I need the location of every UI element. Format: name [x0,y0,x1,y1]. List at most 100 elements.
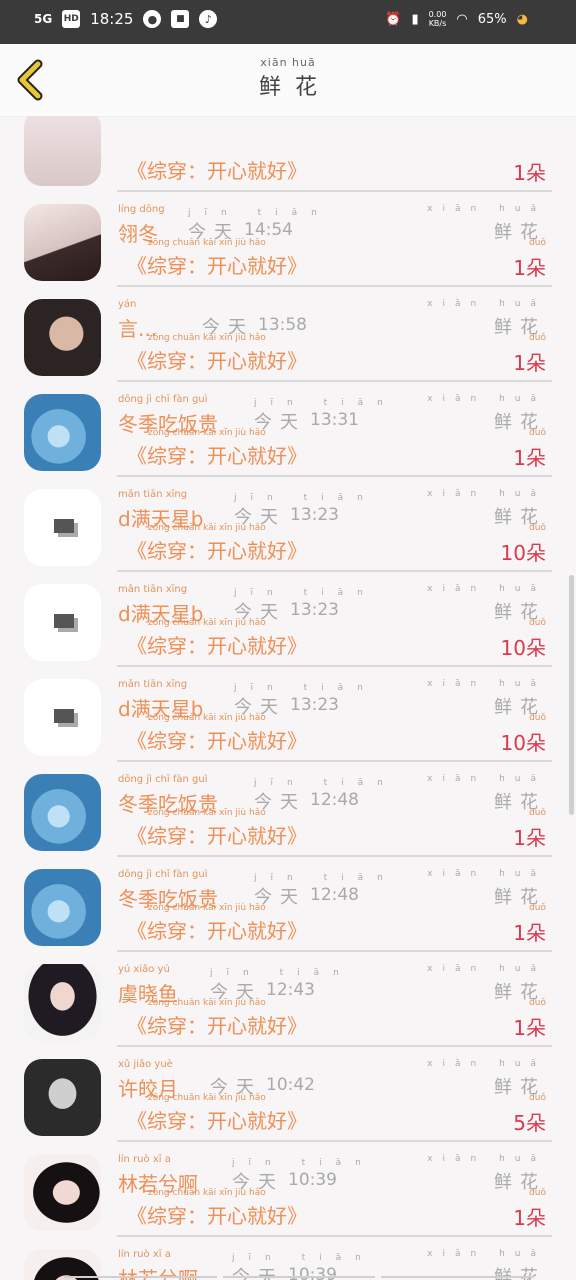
page-title: 鲜花 [258,75,331,100]
flower-pinyin: xiān huā [427,299,546,309]
flower-count: 1朵 [513,256,546,280]
flower-pinyin: xiān huā [427,869,546,879]
timestamp: 13:31 [310,410,359,430]
count-pinyin: duǒ [529,903,546,913]
date-pinyin: jīn tiān [234,588,377,598]
list-item[interactable]: mǎn tiān xīng d满天星b jīn tiān 今天 13:23 zō… [0,572,576,667]
message-pinyin: zōng chuān kāi xīn jiù hǎo [148,808,266,818]
list-item[interactable]: mǎn tiān xīng d满天星b jīn tiān 今天 13:23 zō… [0,477,576,572]
count-pinyin: duǒ [529,523,546,533]
list-item[interactable]: xǔ jiǎo yuè 许皎月 今天 10:42 zōng chuān kāi … [0,1047,576,1142]
pixel-cat-icon [54,614,74,628]
message-pinyin: zōng chuān kāi xīn jiù hǎo [148,523,266,533]
list-item[interactable]: mǎn tiān xīng d满天星b jīn tiān 今天 13:23 zō… [0,667,576,762]
date-pinyin: jīn tiān [188,208,331,218]
timestamp: 12:43 [266,980,315,1000]
timestamp: 12:48 [310,885,359,905]
book-title: 《综穿：开心就好》 [127,539,307,563]
title-block: xiān huā 鲜花 [0,56,576,101]
name-pinyin: mǎn tiān xīng [118,584,188,595]
list-item[interactable]: yú xiǎo yú 虞晓鱼 jīn tiān 今天 12:43 zōng ch… [0,952,576,1047]
chat-bubble-icon: ● [143,10,162,28]
book-title: 《综穿：开心就好》 [127,1204,307,1228]
book-title: 《综穿：开心就好》 [127,159,307,183]
net-speed: 0.00 KB/s [429,10,447,28]
flower-pinyin: xiān huā [427,1249,546,1259]
title-pinyin: xiān huā [260,56,316,69]
date-pinyin: jīn tiān [254,873,397,883]
name-pinyin: yán [118,299,137,310]
name-pinyin: líng dōng [118,204,165,215]
message-pinyin: zōng chuān kāi xīn jiù hǎo [148,713,266,723]
list-item[interactable]: yán 言... 今天 13:58 zōng chuān kāi xīn jiù… [0,287,576,382]
page-header: xiān huā 鲜花 [0,44,576,117]
avatar[interactable] [24,204,101,281]
avatar[interactable] [24,116,101,186]
avatar[interactable] [24,584,101,661]
timestamp: 10:42 [266,1075,315,1095]
app-square-icon: ■ [171,10,190,28]
avatar[interactable] [24,964,101,1041]
flower-pinyin: xiān huā [427,774,546,784]
alarm-icon: ⏰ [385,11,402,27]
book-title: 《综穿：开心就好》 [127,1014,307,1038]
count-pinyin: duǒ [529,998,546,1008]
flower-count: 1朵 [513,1016,546,1040]
avatar[interactable] [24,869,101,946]
timestamp: 10:39 [288,1170,337,1190]
book-title: 《综穿：开心就好》 [127,729,307,753]
home-indicator [64,1276,535,1278]
flower-pinyin: xiān huā [427,1059,546,1069]
avatar[interactable] [24,1059,101,1136]
flower-pinyin: xiān huā [427,1154,546,1164]
list-item[interactable]: líng dōng 翎冬 jīn tiān 今天 14:54 zōng chuā… [0,192,576,287]
music-note-icon: ♪ [199,10,218,28]
date-pinyin: jīn tiān [210,968,353,978]
avatar[interactable] [24,394,101,471]
flower-count: 1朵 [513,826,546,850]
flower-pinyin: xiān huā [427,204,546,214]
pixel-cat-icon [54,709,74,723]
flower-count: 1朵 [513,1206,546,1230]
timestamp: 14:54 [244,220,293,240]
message-pinyin: zōng chuān kāi xīn jiù hǎo [148,618,266,628]
count-pinyin: duǒ [529,618,546,628]
flower-count: 10朵 [500,731,546,755]
network-indicator: 5G [34,12,53,26]
net-speed-unit: KB/s [428,19,447,28]
list-item[interactable]: dōng jì chī fàn guì 冬季吃饭贵 jīn tiān 今天 12… [0,857,576,952]
list-item[interactable]: lín ruò xī a 林若兮啊 jīn tiān 今天 10:39 zōng… [0,1142,576,1237]
book-title: 《综穿：开心就好》 [127,254,307,278]
avatar[interactable] [24,299,101,376]
name-pinyin: mǎn tiān xīng [118,489,188,500]
date-pinyin: jīn tiān [254,778,397,788]
book-title: 《综穿：开心就好》 [127,444,307,468]
book-title: 《综穿：开心就好》 [127,634,307,658]
avatar[interactable] [24,774,101,851]
date-pinyin: jīn tiān [254,398,397,408]
message-pinyin: zōng chuān kāi xīn jiù hǎo [148,428,266,438]
battery-level: 65% [477,11,507,27]
avatar[interactable] [24,1154,101,1231]
list-item[interactable]: lín ruò xī a 林若兮啊 jīn tiān 今天 10:39 zōng… [0,1237,576,1280]
hd-badge: HD [62,10,81,28]
count-pinyin: duǒ [529,428,546,438]
message-pinyin: zōng chuān kāi xīn jiù hǎo [148,1093,266,1103]
name-pinyin: lín ruò xī a [118,1154,171,1165]
list-item[interactable]: 《综穿：开心就好》 1朵 [0,116,576,192]
date-pinyin: jīn tiān [234,683,377,693]
scrollbar[interactable] [569,575,574,815]
list-item[interactable]: dōng jì chī fàn guì 冬季吃饭贵 jīn tiān 今天 13… [0,382,576,477]
avatar[interactable] [24,679,101,756]
status-bar: 5G HD 18:25 ● ■ ♪ ⏰ ▮ 0.00 KB/s ◠ 65% ◕ [0,0,576,44]
avatar[interactable] [24,489,101,566]
flower-record-list[interactable]: 《综穿：开心就好》 1朵 líng dōng 翎冬 jīn tiān 今天 14… [0,116,576,1280]
flower-pinyin: xiān huā [427,679,546,689]
list-item[interactable]: dōng jì chī fàn guì 冬季吃饭贵 jīn tiān 今天 12… [0,762,576,857]
flower-count: 10朵 [500,541,546,565]
message-pinyin: zōng chuān kāi xīn jiù hǎo [148,333,266,343]
flower-count: 5朵 [513,1111,546,1135]
name-pinyin: dōng jì chī fàn guì [118,394,208,405]
timestamp: 13:23 [290,600,339,620]
flower-count: 10朵 [500,636,546,660]
